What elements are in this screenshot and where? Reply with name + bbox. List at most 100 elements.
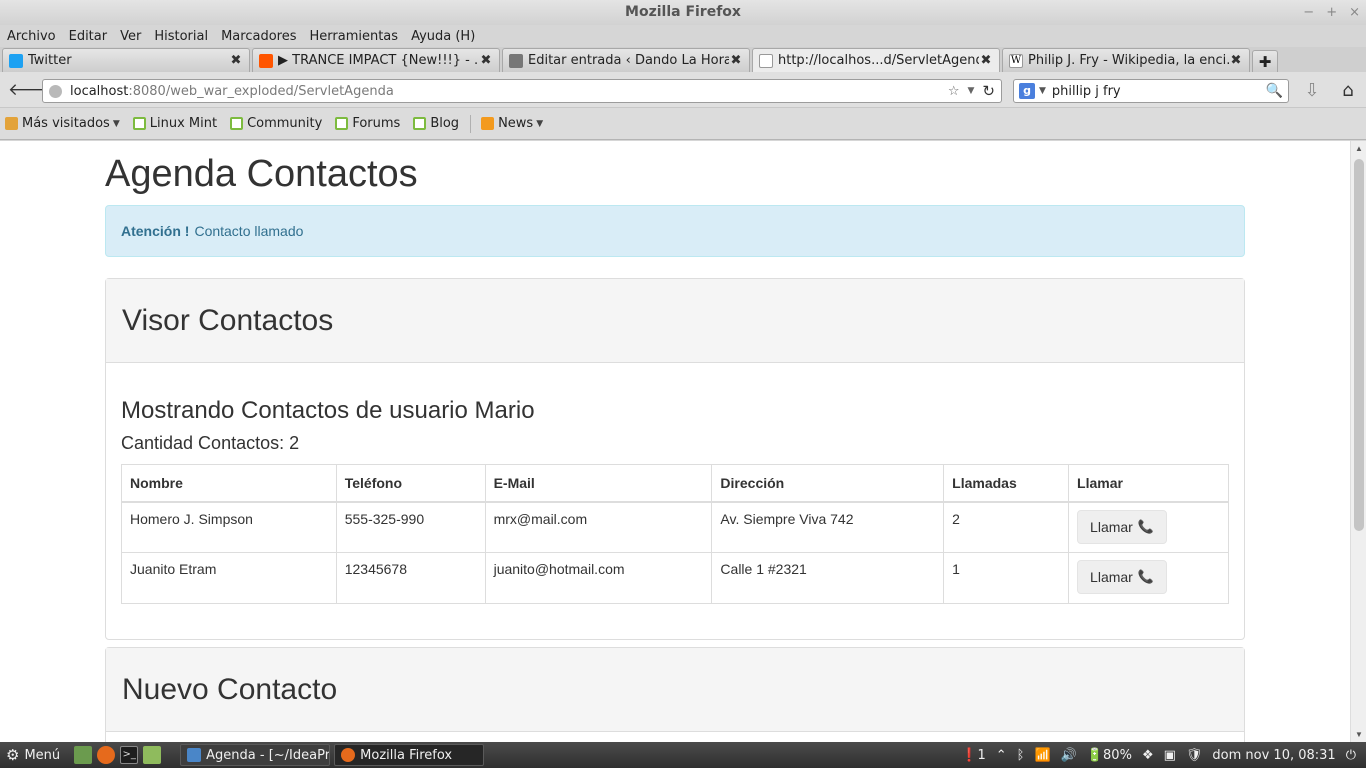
tab-wordpress[interactable]: Editar entrada ‹ Dando La Hora... ✖: [502, 48, 750, 72]
tab-close-icon[interactable]: ✖: [979, 53, 993, 68]
wikipedia-icon: W: [1009, 53, 1023, 68]
bookmark-community[interactable]: Community: [230, 116, 322, 131]
bookmark-mas-visitados[interactable]: Más visitados ▼: [5, 116, 120, 131]
bluetooth-icon[interactable]: ᛒ: [1017, 748, 1025, 763]
shield-icon[interactable]: 🛡: [1186, 748, 1203, 763]
menu-marcadores[interactable]: Marcadores: [218, 29, 299, 44]
count-value: 2: [289, 433, 300, 453]
cell-nombre: Juanito Etram: [121, 552, 337, 604]
task-firefox[interactable]: Mozilla Firefox: [334, 744, 485, 766]
maximize-icon[interactable]: +: [1326, 0, 1337, 25]
call-button[interactable]: Llamar 📞: [1077, 509, 1168, 544]
download-icon[interactable]: ⇩: [1300, 79, 1324, 103]
url-actions: ☆ ▼ ↻: [948, 82, 995, 100]
twitter-icon: [9, 53, 23, 68]
bookmark-forums[interactable]: Forums: [335, 116, 400, 131]
url-bar[interactable]: localhost:8080/web_war_exploded/ServletA…: [42, 79, 1002, 103]
back-button[interactable]: 🡐: [8, 80, 54, 100]
column-header-llamar: Llamar: [1068, 464, 1229, 503]
search-engine-dropdown-icon[interactable]: ▼: [1039, 86, 1046, 96]
volume-icon[interactable]: 🔊: [1061, 748, 1077, 763]
alert-info: Atención ! Contacto llamado: [105, 205, 1245, 257]
blank-page-icon: [759, 53, 773, 68]
globe-icon: [49, 84, 62, 98]
tab-close-icon[interactable]: ✖: [1229, 53, 1243, 68]
firefox-launcher-icon[interactable]: [97, 746, 116, 764]
new-tab-button[interactable]: ✚: [1252, 50, 1278, 72]
alert-icon[interactable]: ❗1: [961, 748, 985, 763]
column-header-email: E-Mail: [484, 464, 713, 503]
firefox-icon: [341, 748, 356, 762]
scrollbar-thumb[interactable]: [1354, 159, 1364, 531]
phone-icon: 📞: [1137, 518, 1155, 534]
scroll-down-icon[interactable]: ▼: [1354, 730, 1364, 739]
window-titlebar: Mozilla Firefox − + ×: [0, 0, 1366, 25]
bookmark-blog[interactable]: Blog: [413, 116, 459, 131]
folder-icon: [5, 117, 18, 130]
task-intellij[interactable]: Agenda - [~/IdeaPr...: [180, 744, 331, 766]
tab-close-icon[interactable]: ✖: [479, 53, 493, 68]
terminal-launcher-icon[interactable]: >_: [120, 746, 139, 764]
chevron-up-icon[interactable]: ⌃: [996, 748, 1007, 763]
chevron-down-icon: ▼: [112, 118, 120, 129]
battery-icon[interactable]: 🔋80%: [1087, 748, 1132, 763]
tab-servlet-agenda[interactable]: http://localhos...d/ServletAgenda ✖: [752, 48, 1000, 72]
tab-soundcloud[interactable]: ▶ TRANCE IMPACT {New!!!} - ... ✖: [252, 48, 500, 72]
menu-ver[interactable]: Ver: [117, 29, 144, 44]
column-header-llamadas: Llamadas: [943, 464, 1070, 503]
tab-close-icon[interactable]: ✖: [229, 53, 243, 68]
bookmark-label: Linux Mint: [149, 116, 218, 131]
minimize-icon[interactable]: −: [1303, 0, 1314, 25]
table-row: Juanito Etram 12345678 juanito@hotmail.c…: [121, 552, 1229, 604]
system-tray: ❗1 ⌃ ᛒ 📶 🔊 🔋80% ❖ ▣ 🛡 dom nov 10, 08:31 …: [961, 748, 1366, 763]
call-button-label: Llamar: [1090, 518, 1133, 535]
show-desktop-icon[interactable]: [74, 746, 93, 764]
call-button[interactable]: Llamar 📞: [1077, 560, 1168, 594]
task-label: Agenda - [~/IdeaPr...: [206, 747, 331, 763]
dropbox-icon[interactable]: ❖: [1142, 748, 1154, 763]
bookmark-news[interactable]: News ▼: [481, 116, 543, 131]
monitor-icon[interactable]: ▣: [1164, 748, 1176, 763]
power-icon[interactable]: ⏻: [1346, 748, 1356, 763]
menu-ayuda[interactable]: Ayuda (H): [408, 29, 478, 44]
column-header-telefono: Teléfono: [335, 464, 486, 503]
home-icon[interactable]: ⌂: [1336, 79, 1360, 103]
menu-archivo[interactable]: Archivo: [4, 29, 59, 44]
bookmark-linux-mint[interactable]: Linux Mint: [132, 116, 218, 131]
contacts-table: Nombre Teléfono E-Mail Dirección Llamada…: [121, 464, 1229, 604]
files-launcher-icon[interactable]: [143, 746, 162, 764]
tab-close-icon[interactable]: ✖: [729, 53, 743, 68]
tab-wikipedia[interactable]: W Philip J. Fry - Wikipedia, la enci... …: [1002, 48, 1250, 72]
call-button-label: Llamar: [1090, 569, 1133, 585]
page-viewport: Agenda Contactos Atención ! Contacto lla…: [0, 141, 1366, 742]
bookmark-label: Blog: [430, 116, 460, 131]
menu-editar[interactable]: Editar: [66, 29, 111, 44]
menu-historial[interactable]: Historial: [151, 29, 211, 44]
bookmark-star-icon[interactable]: ☆: [948, 84, 960, 99]
bookmark-label: News: [498, 116, 534, 131]
intellij-icon: [187, 748, 202, 762]
chevron-down-icon: ▼: [536, 118, 544, 129]
scroll-up-icon[interactable]: ▲: [1354, 144, 1364, 153]
search-icon[interactable]: 🔍: [1266, 83, 1283, 99]
clock[interactable]: dom nov 10, 08:31: [1212, 748, 1335, 763]
url-path: :8080/web_war_exploded/ServletAgenda: [128, 83, 394, 99]
start-menu-label: Menú: [24, 747, 61, 763]
search-input[interactable]: phillip j fry: [1052, 84, 1266, 99]
window-title: Mozilla Firefox: [625, 4, 741, 20]
alert-strong: Atención !: [121, 223, 190, 239]
table-header-row: Nombre Teléfono E-Mail Dirección Llamada…: [121, 464, 1229, 503]
reload-icon[interactable]: ↻: [982, 82, 995, 100]
start-menu-button[interactable]: ⚙ Menú: [0, 746, 60, 764]
close-icon[interactable]: ×: [1349, 0, 1360, 25]
url-dropdown-icon[interactable]: ▼: [968, 86, 975, 96]
menu-herramientas[interactable]: Herramientas: [307, 29, 402, 44]
vertical-scrollbar[interactable]: ▲ ▼: [1350, 141, 1366, 742]
google-icon[interactable]: g: [1019, 83, 1035, 99]
cell-email: mrx@mail.com: [484, 501, 713, 553]
tab-twitter[interactable]: Twitter ✖: [2, 48, 250, 72]
wifi-icon[interactable]: 📶: [1034, 748, 1050, 763]
search-bar[interactable]: g ▼ phillip j fry 🔍: [1013, 79, 1289, 103]
panel-heading: Visor Contactos: [106, 279, 1244, 363]
column-header-direccion: Dirección: [711, 464, 945, 503]
